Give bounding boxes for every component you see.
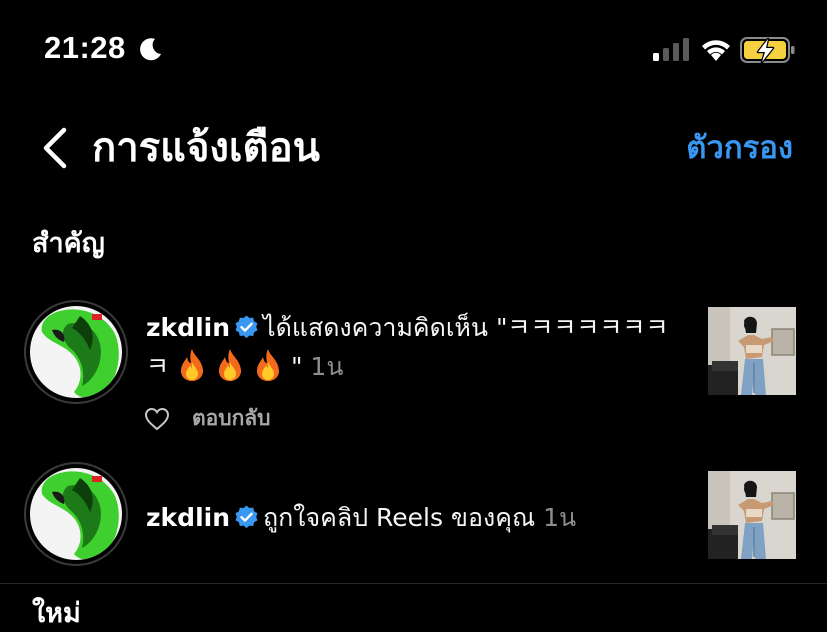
chevron-left-icon[interactable]	[38, 124, 72, 172]
page-title: การแจ้งเตือน	[92, 125, 320, 171]
reel-thumbnail[interactable]	[708, 307, 796, 395]
moon-icon	[140, 38, 161, 61]
avatar-image	[30, 468, 122, 560]
verified-badge-icon	[235, 315, 258, 339]
status-time: 21:28	[44, 30, 126, 65]
reply-row: ตอบกลับ	[144, 402, 271, 435]
section-title-important: สำคัญ	[32, 228, 105, 259]
notification-time: 1น	[310, 352, 344, 381]
notification-action: ถูกใจคลิป Reels ของคุณ	[263, 503, 536, 532]
fire-icon	[218, 349, 242, 381]
heart-outline-icon[interactable]	[144, 407, 170, 431]
avatar[interactable]	[24, 300, 128, 404]
cellular-signal-icon	[653, 38, 689, 61]
status-bar: 21:28	[0, 0, 827, 100]
wifi-icon	[702, 40, 730, 61]
reel-thumbnail[interactable]	[708, 471, 796, 559]
avatar-image	[30, 306, 122, 398]
username[interactable]: zkdlin	[146, 503, 230, 532]
verified-badge-icon	[235, 505, 258, 529]
notification-text: zkdlin ถูกใจคลิป Reels ของคุณ 1น	[146, 498, 681, 537]
battery-charging-icon	[740, 37, 795, 64]
username[interactable]: zkdlin	[146, 313, 230, 342]
section-title-new: ใหม่	[32, 598, 81, 629]
notification-text: zkdlin ได้แสดงความคิดเห็น "ㅋㅋㅋㅋㅋㅋㅋㅋ " 1น	[146, 308, 681, 386]
header: การแจ้งเตือน ตัวกรอง	[0, 100, 827, 200]
avatar[interactable]	[24, 462, 128, 566]
fire-icon	[256, 349, 280, 381]
fire-icon	[180, 349, 204, 381]
notification-item[interactable]: zkdlin ถูกใจคลิป Reels ของคุณ 1น	[0, 462, 827, 570]
notification-quote-close: "	[290, 352, 303, 381]
filter-button[interactable]: ตัวกรอง	[686, 126, 793, 170]
reply-button[interactable]: ตอบกลับ	[192, 402, 271, 435]
notification-time: 1น	[543, 503, 577, 532]
section-divider	[0, 583, 827, 584]
notification-item[interactable]: zkdlin ได้แสดงความคิดเห็น "ㅋㅋㅋㅋㅋㅋㅋㅋ " 1น…	[0, 298, 827, 438]
